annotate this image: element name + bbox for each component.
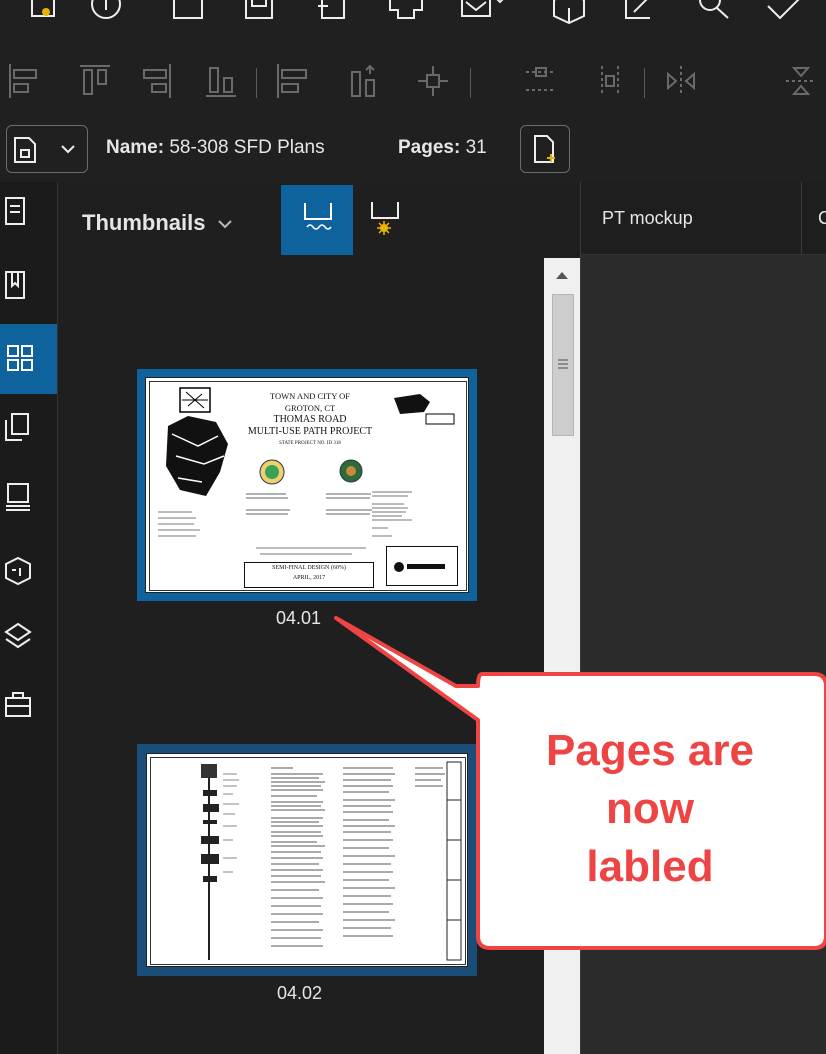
show-page-labels-button[interactable] [281,185,353,255]
page-label-settings-icon[interactable] [370,202,400,236]
chevron-down-icon [61,145,75,154]
thumbnails-grid-icon [7,345,33,371]
page-label-icon [304,203,332,230]
thumbnails-panel-title[interactable]: Thumbnails [82,210,232,236]
file-export-icon[interactable] [318,0,350,24]
layers-icon[interactable] [4,622,32,652]
name-value: 58-308 SFD Plans [169,137,325,158]
seal-logo-left [259,459,285,485]
document-menu-button[interactable] [6,125,88,173]
pages-value: 31 [465,137,487,158]
edit-icon[interactable] [624,0,656,24]
toolbar-separator [470,68,471,98]
print-icon[interactable] [388,0,424,24]
toolbar-separator [644,68,645,98]
save-icon[interactable] [244,0,274,22]
scroll-up-arrow-icon[interactable] [555,270,569,280]
alignment-toolbar [0,50,826,116]
scrollbar-thumb[interactable] [552,294,574,436]
document-bar: Name: 58-308 SFD Plans Pages: 31 [0,116,826,183]
scroll-grip-icon [558,359,568,369]
flip-vertical-icon[interactable] [784,64,818,98]
seal-logo-right [339,459,363,483]
document-name: Name: 58-308 SFD Plans [106,137,325,159]
page-label: 04.01 [276,608,322,628]
studio-icon[interactable] [4,482,32,512]
left-icon-rail [0,182,58,1054]
page-label: 04.02 [277,983,323,1003]
state-map-graphic [394,394,455,425]
sheet-title: TOWN AND CITY OF GROTON, CT THOMAS ROAD … [247,391,373,446]
center-icon[interactable] [416,64,450,98]
3d-icon[interactable] [4,556,32,586]
distribute-horizontal-icon[interactable] [276,64,310,98]
grid-horizontal-icon[interactable] [524,64,558,98]
tab-pt-mockup[interactable]: PT mockup [581,182,802,254]
tab-label: C [818,208,826,228]
pages-icon[interactable] [4,412,30,442]
sheet-footer-box: SEMI-FINAL DESIGN (60%) APRIL, 2017 [244,562,374,588]
new-file-icon[interactable] [30,0,60,20]
chevron-down-icon [217,220,232,229]
check-icon[interactable] [766,0,806,26]
add-page-button[interactable] [520,125,570,173]
email-icon[interactable] [460,0,506,24]
add-circle-icon[interactable] [90,0,122,22]
bookmarks-icon[interactable] [4,270,26,300]
distribute-vertical-icon[interactable] [350,64,380,98]
grid-vertical-icon[interactable] [594,64,624,98]
panel-title-text: Thumbnails [82,210,206,235]
toolbar-separator [256,68,257,98]
document-tab-bar: PT mockup C [581,182,826,255]
align-top-icon[interactable] [80,64,110,98]
thumbnail-sheet: TOWN AND CITY OF GROTON, CT THOMAS ROAD … [145,377,469,593]
pages-label: Pages: [398,137,461,158]
firm-logo-box [386,546,458,586]
toolbox-icon[interactable] [4,690,32,718]
align-bottom-icon[interactable] [206,64,236,98]
page-icon[interactable] [172,0,204,22]
align-left-icon[interactable] [8,64,38,98]
top-toolbar [0,0,826,50]
document-icon [14,137,36,163]
flip-horizontal-icon[interactable] [664,64,698,98]
page-count: Pages: 31 [398,137,487,159]
page-thumbnail[interactable]: TOWN AND CITY OF GROTON, CT THOMAS ROAD … [137,369,477,601]
box-3d-icon[interactable] [552,0,586,24]
align-right-icon[interactable] [142,64,172,98]
tab-label: PT mockup [602,208,693,228]
tab-next[interactable]: C [802,182,826,254]
thumbnails-rail-button[interactable] [0,324,57,394]
callout-text: Pages are now labled [546,726,754,891]
properties-icon[interactable] [4,196,26,226]
add-page-icon [534,135,555,163]
name-label: Name: [106,137,165,158]
search-icon[interactable] [696,0,732,24]
